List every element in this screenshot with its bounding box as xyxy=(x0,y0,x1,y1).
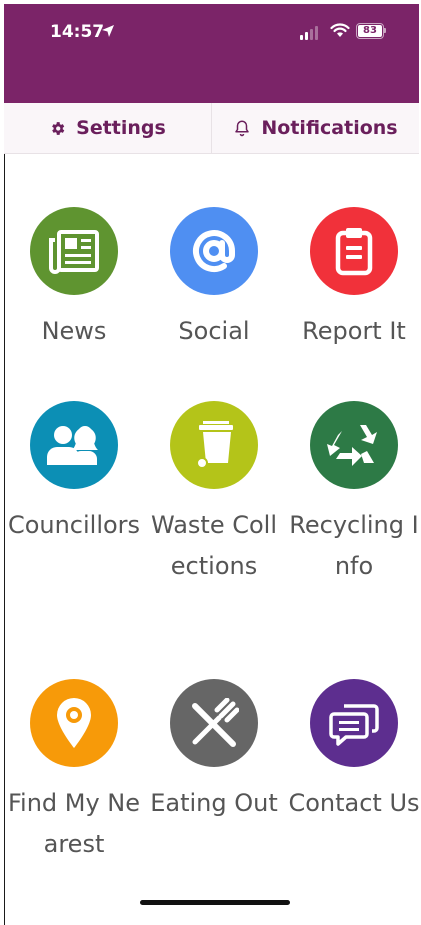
report-it-icon-circle xyxy=(310,207,398,295)
contact-us-tile[interactable]: Contact Us xyxy=(284,679,419,824)
contact-us-label: Contact Us xyxy=(288,789,419,817)
location-arrow-icon xyxy=(102,25,114,37)
social-tile[interactable]: Social xyxy=(144,207,284,352)
eating-out-icon-circle xyxy=(170,679,258,767)
app-screen: 14:57 83 Settings Notifications News Soc… xyxy=(4,4,419,925)
notifications-tab[interactable]: Notifications xyxy=(212,103,419,153)
waste-collections-icon-circle xyxy=(170,401,258,489)
news-label: News xyxy=(41,317,107,345)
people-icon xyxy=(47,426,98,465)
eating-out-label: Eating Out xyxy=(150,789,278,817)
recycle-icon xyxy=(327,425,377,466)
top-tab-bar: Settings Notifications xyxy=(4,103,419,154)
app-header: 14:57 83 xyxy=(4,4,419,103)
social-icon-circle xyxy=(170,207,258,295)
wifi-icon xyxy=(330,23,350,37)
recycling-info-icon-circle xyxy=(310,401,398,489)
wheelie-bin-icon xyxy=(196,421,233,469)
recycling-info-tile[interactable]: Recycling Info xyxy=(284,401,419,587)
gear-icon xyxy=(52,121,65,135)
eating-out-tile[interactable]: Eating Out xyxy=(144,679,284,824)
status-time: 14:57 xyxy=(50,22,105,42)
map-pin-icon xyxy=(57,698,91,748)
settings-tab-label: Settings xyxy=(76,117,166,139)
find-my-nearest-label: Find My Nearest xyxy=(7,789,141,858)
chat-bubbles-icon xyxy=(329,704,379,746)
newspaper-icon xyxy=(49,230,99,274)
report-it-label: Report It xyxy=(302,317,406,345)
bell-icon xyxy=(235,120,250,137)
councillors-icon-circle xyxy=(30,401,118,489)
councillors-tile[interactable]: Councillors xyxy=(4,401,144,546)
waste-collections-tile[interactable]: Waste Collections xyxy=(144,401,284,587)
home-indicator[interactable] xyxy=(140,900,290,905)
battery-level: 83 xyxy=(358,25,382,37)
find-my-nearest-icon-circle xyxy=(30,679,118,767)
notifications-tab-label: Notifications xyxy=(261,117,398,139)
report-it-tile[interactable]: Report It xyxy=(284,207,419,352)
news-tile[interactable]: News xyxy=(4,207,144,352)
news-icon-circle xyxy=(30,207,118,295)
battery-icon: 83 xyxy=(356,23,384,39)
social-label: Social xyxy=(178,317,250,345)
clipboard-icon xyxy=(335,228,373,276)
contact-us-icon-circle xyxy=(310,679,398,767)
cutlery-icon xyxy=(192,698,239,747)
at-sign-icon xyxy=(193,230,235,273)
cellular-signal-icon xyxy=(300,26,318,40)
find-my-nearest-tile[interactable]: Find My Nearest xyxy=(4,679,144,865)
settings-tab[interactable]: Settings xyxy=(4,103,212,153)
waste-collections-label: Waste Collections xyxy=(151,511,277,580)
battery-cap xyxy=(384,28,386,33)
recycling-info-label: Recycling Info xyxy=(289,511,419,580)
councillors-label: Councillors xyxy=(7,511,141,539)
